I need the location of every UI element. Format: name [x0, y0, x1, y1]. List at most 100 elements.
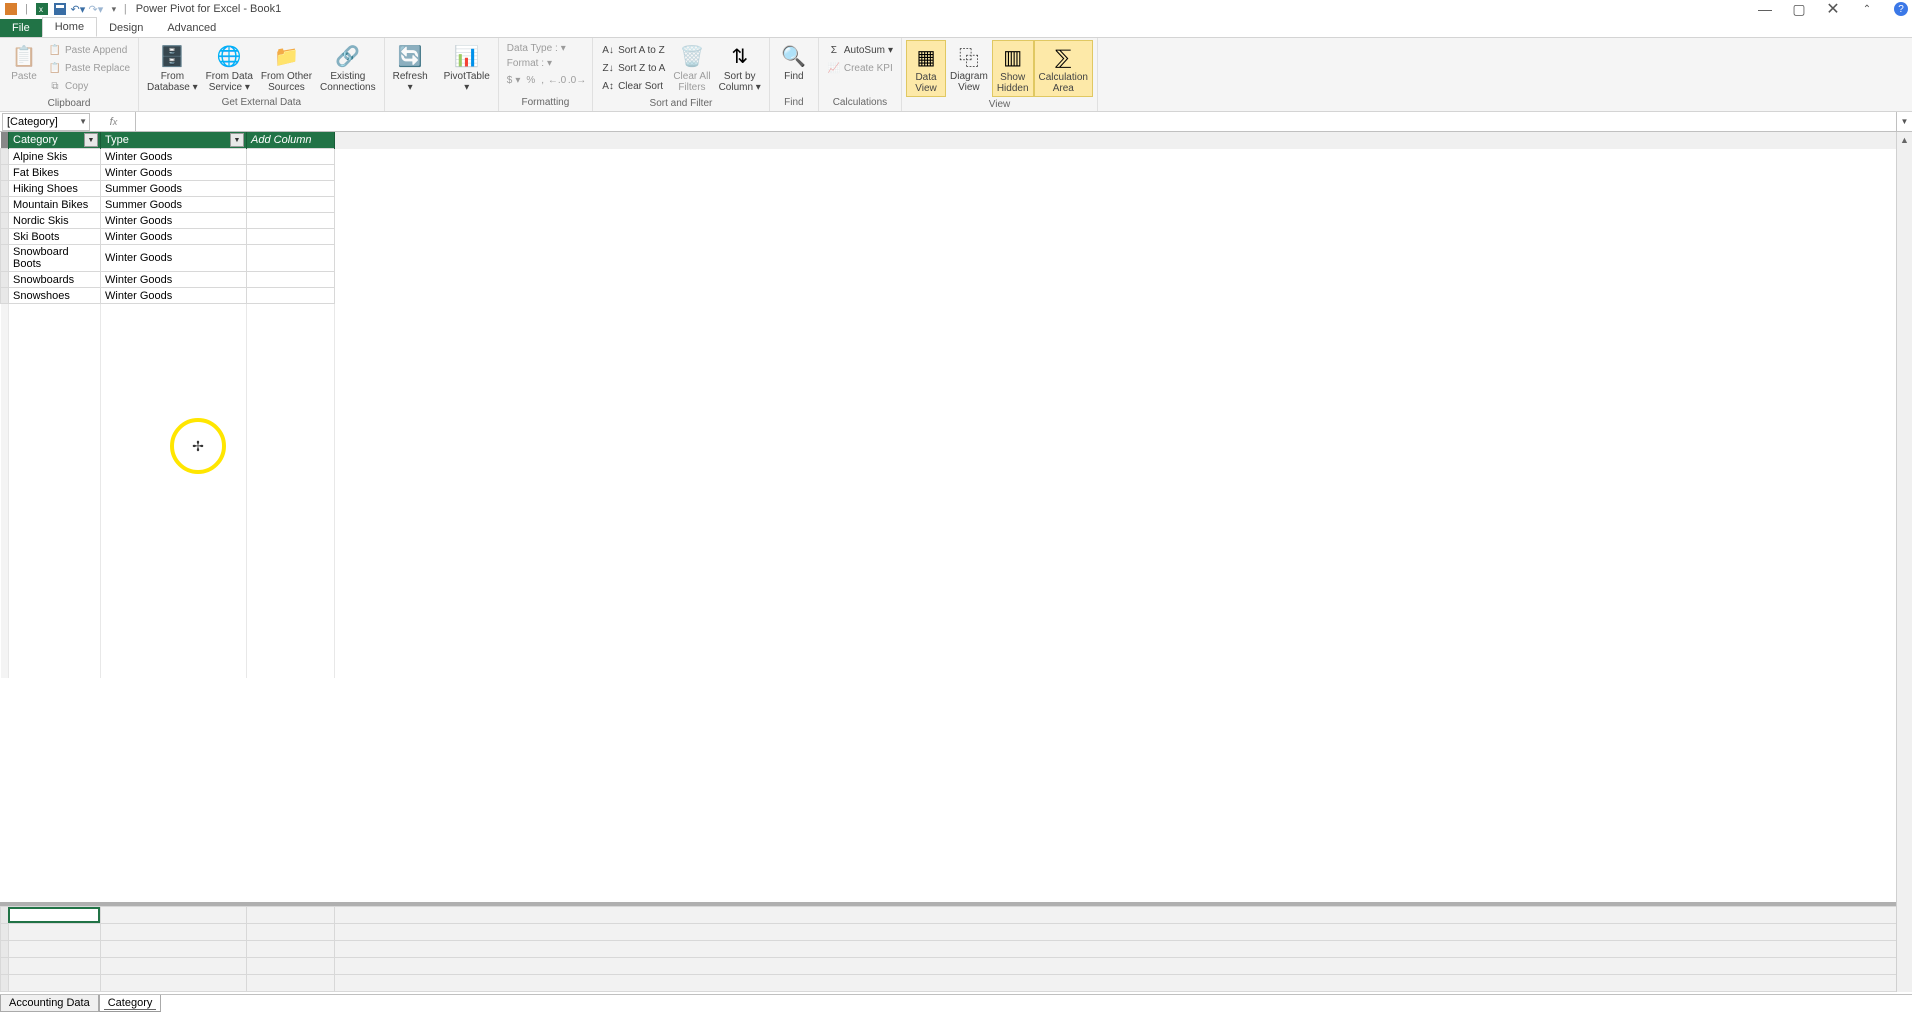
table-row[interactable]: SnowshoesWinter Goods [1, 288, 1912, 304]
table-row[interactable]: Ski BootsWinter Goods [1, 229, 1912, 245]
copy-button[interactable]: ⧉Copy [46, 78, 132, 94]
currency-button[interactable]: $▾ [505, 72, 523, 88]
cell-type[interactable]: Winter Goods [101, 149, 247, 165]
cell-category[interactable]: Alpine Skis [9, 149, 101, 165]
table-row[interactable]: Hiking ShoesSummer Goods [1, 181, 1912, 197]
cell-add[interactable] [247, 149, 335, 165]
row-selector[interactable] [1, 181, 9, 197]
redo-icon[interactable]: ↷▾ [89, 2, 103, 16]
add-column-header[interactable]: Add Column [247, 132, 335, 149]
data-view-button[interactable]: ▦Data View [906, 40, 946, 97]
cell-add[interactable] [247, 245, 335, 272]
row-selector[interactable] [1, 213, 9, 229]
cell-type[interactable]: Summer Goods [101, 197, 247, 213]
cell-category[interactable]: Snowboard Boots [9, 245, 101, 272]
cell-type[interactable]: Winter Goods [101, 272, 247, 288]
cell-category[interactable]: Snowshoes [9, 288, 101, 304]
increase-decimal-button[interactable]: ←.0 [548, 72, 566, 88]
diagram-view-button[interactable]: ⿻Diagram View [946, 40, 992, 95]
undo-icon[interactable]: ↶▾ [71, 2, 85, 16]
clear-sort-button[interactable]: A↕Clear Sort [599, 78, 667, 94]
sort-za-button[interactable]: Z↓Sort Z to A [599, 60, 667, 76]
save-icon[interactable] [53, 2, 67, 16]
pivottable-button[interactable]: 📊PivotTable▾ [440, 40, 494, 95]
row-selector[interactable] [1, 288, 9, 304]
table-row[interactable]: Fat BikesWinter Goods [1, 165, 1912, 181]
qat-customize-icon[interactable]: ▾ [107, 2, 121, 16]
cell-category[interactable]: Fat Bikes [9, 165, 101, 181]
cell-type[interactable]: Winter Goods [101, 165, 247, 181]
scroll-up-icon[interactable]: ▲ [1897, 132, 1912, 148]
filter-icon[interactable]: ▼ [84, 133, 98, 147]
cell-type[interactable]: Winter Goods [101, 245, 247, 272]
format-dropdown[interactable]: Format : ▾ [505, 57, 586, 70]
clear-filters-button[interactable]: 🗑️Clear All Filters [669, 40, 714, 95]
tab-design[interactable]: Design [97, 19, 155, 37]
sheet-tab-accounting[interactable]: Accounting Data [0, 995, 99, 1012]
excel-icon[interactable]: x [35, 2, 49, 16]
existing-connections-button[interactable]: 🔗Existing Connections [316, 40, 380, 95]
cell-add[interactable] [247, 165, 335, 181]
from-data-service-button[interactable]: 🌐From Data Service ▾ [202, 40, 257, 95]
maximize-button[interactable]: ▢ [1792, 2, 1806, 16]
row-selector[interactable] [1, 245, 9, 272]
row-selector[interactable] [1, 149, 9, 165]
table-row[interactable]: Nordic SkisWinter Goods [1, 213, 1912, 229]
cell-type[interactable]: Winter Goods [101, 229, 247, 245]
cell-add[interactable] [247, 288, 335, 304]
show-hidden-button[interactable]: ▥Show Hidden [992, 40, 1034, 97]
percent-button[interactable]: % [524, 72, 537, 88]
decrease-decimal-button[interactable]: .0→ [568, 72, 586, 88]
comma-button[interactable]: , [539, 72, 546, 88]
tab-home[interactable]: Home [42, 17, 97, 37]
calculation-area[interactable] [0, 902, 1912, 992]
help-button[interactable]: ? [1894, 2, 1908, 16]
close-button[interactable]: ✕ [1826, 2, 1840, 16]
row-selector[interactable] [1, 165, 9, 181]
column-header-type[interactable]: Type▼ [101, 132, 247, 149]
cell-add[interactable] [247, 213, 335, 229]
fx-label[interactable]: fx [92, 112, 136, 131]
paste-button[interactable]: 📋 Paste [4, 40, 44, 84]
cell-category[interactable]: Hiking Shoes [9, 181, 101, 197]
column-header-category[interactable]: Category▼ [9, 132, 101, 149]
tab-file[interactable]: File [0, 19, 42, 37]
ribbon-collapse-icon[interactable]: ⌃ [1860, 2, 1874, 16]
row-selector[interactable] [1, 229, 9, 245]
cell-type[interactable]: Summer Goods [101, 181, 247, 197]
from-database-button[interactable]: 🗄️From Database ▾ [143, 40, 202, 95]
table-row[interactable]: SnowboardsWinter Goods [1, 272, 1912, 288]
tab-advanced[interactable]: Advanced [155, 19, 228, 37]
calculation-area-button[interactable]: ⅀Calculation Area [1034, 40, 1093, 97]
from-other-sources-button[interactable]: 📁From Other Sources [257, 40, 316, 95]
cell-add[interactable] [247, 272, 335, 288]
namebox-dropdown-icon[interactable]: ▼ [79, 117, 87, 126]
autosum-button[interactable]: ΣAutoSum ▾ [825, 42, 895, 58]
cell-add[interactable] [247, 181, 335, 197]
cell-category[interactable]: Nordic Skis [9, 213, 101, 229]
cell-category[interactable]: Ski Boots [9, 229, 101, 245]
cell-category[interactable]: Snowboards [9, 272, 101, 288]
cell-add[interactable] [247, 197, 335, 213]
vertical-scrollbar[interactable]: ▲ [1896, 132, 1912, 992]
row-selector[interactable] [1, 197, 9, 213]
table-row[interactable]: Mountain BikesSummer Goods [1, 197, 1912, 213]
sort-az-button[interactable]: A↓Sort A to Z [599, 42, 667, 58]
paste-replace-button[interactable]: 📋Paste Replace [46, 60, 132, 76]
selected-measure-cell[interactable] [8, 907, 100, 923]
refresh-button[interactable]: 🔄Refresh▾ [389, 40, 432, 95]
paste-append-button[interactable]: 📋Paste Append [46, 42, 132, 58]
datatype-dropdown[interactable]: Data Type : ▾ [505, 42, 586, 55]
select-all-corner[interactable] [1, 132, 9, 149]
table-row[interactable]: Alpine SkisWinter Goods [1, 149, 1912, 165]
row-selector[interactable] [1, 272, 9, 288]
formula-expand-icon[interactable]: ▼ [1896, 112, 1912, 131]
cell-add[interactable] [247, 229, 335, 245]
table-row[interactable]: Snowboard BootsWinter Goods [1, 245, 1912, 272]
minimize-button[interactable]: ― [1758, 2, 1772, 16]
create-kpi-button[interactable]: 📈Create KPI [825, 60, 895, 76]
filter-icon[interactable]: ▼ [230, 133, 244, 147]
sort-by-column-button[interactable]: ⇅Sort by Column ▾ [715, 40, 765, 95]
cell-type[interactable]: Winter Goods [101, 288, 247, 304]
cell-type[interactable]: Winter Goods [101, 213, 247, 229]
